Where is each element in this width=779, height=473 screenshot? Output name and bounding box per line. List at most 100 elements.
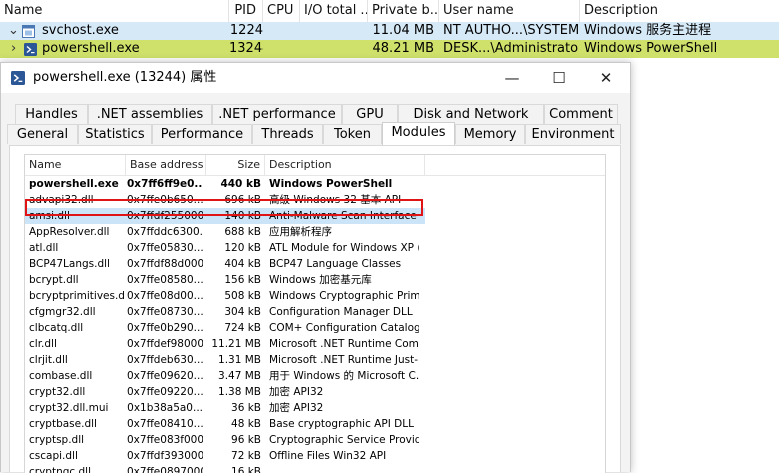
column-header-description[interactable]: Description — [580, 0, 779, 22]
collapse-chevron-icon[interactable]: ⌄ — [8, 22, 18, 40]
modules-list-header: Name Base address Size Description — [25, 155, 605, 176]
module-row[interactable]: crypt32.dll 0x7ffe09220... 1.38 MB 加密 API32 — [25, 384, 425, 400]
module-row[interactable]: powershell.exe 0x7ff6ff9e0... 440 kB Window… — [25, 176, 425, 192]
module-name: cscapi.dll — [29, 450, 78, 462]
module-size: 404 kB — [224, 258, 261, 270]
tab-token[interactable]: Token — [323, 124, 382, 144]
column-header-name[interactable]: Name — [0, 0, 229, 22]
module-name: atl.dll — [29, 242, 59, 254]
svchost-window-icon — [22, 22, 36, 40]
properties-dialog: powershell.exe (13244) 属性 — ☐ ✕ Handles … — [0, 62, 631, 473]
tab-comment[interactable]: Comment — [544, 104, 618, 124]
annotation-highlight-box — [25, 199, 423, 216]
module-description — [269, 464, 419, 473]
module-name: cryptbase.dll — [29, 418, 97, 430]
module-row[interactable]: cscapi.dll 0x7ffdf3930000 72 kB Offline Fil… — [25, 448, 425, 464]
tab-statistics[interactable]: Statistics — [78, 124, 152, 144]
module-description: 用于 Windows 的 Microsoft C... — [269, 370, 419, 382]
module-row[interactable]: BCP47Langs.dll 0x7ffdf88d0000 404 kB BCP47 … — [25, 256, 425, 272]
process-private-bytes: 11.04 MB — [372, 23, 434, 38]
column-header-private-bytes[interactable]: Private b... — [368, 0, 439, 22]
column-header-io-total[interactable]: I/O total ... — [300, 0, 368, 22]
module-base-address: 0x7ffe0897000 — [127, 466, 203, 473]
process-description: Windows PowerShell — [584, 41, 718, 56]
module-base-address: 0x7ffe08580... — [127, 274, 203, 286]
tab-handles[interactable]: Handles — [15, 104, 88, 124]
module-base-address: 0x7ff6ff9e0... — [127, 178, 203, 190]
module-size: 120 kB — [224, 242, 261, 254]
process-row-powershell[interactable]: › powershell.exe 13244 48.21 MB DESK...\… — [0, 40, 779, 58]
module-size: 36 kB — [231, 402, 261, 414]
dialog-titlebar[interactable]: powershell.exe (13244) 属性 — ☐ ✕ — [1, 63, 630, 93]
module-row[interactable]: cryptsp.dll 0x7ffe083f0000 96 kB Cryptograp… — [25, 432, 425, 448]
module-row[interactable]: combase.dll 0x7ffe09620... 3.47 MB 用于 Windo… — [25, 368, 425, 384]
module-row[interactable]: atl.dll 0x7ffe05830... 120 kB ATL Module fo… — [25, 240, 425, 256]
column-header-size[interactable]: Size — [206, 155, 265, 175]
module-description: ATL Module for Windows XP (... — [269, 242, 419, 254]
column-header-module-name[interactable]: Name — [25, 155, 126, 175]
module-row[interactable]: cryptngc.dll 0x7ffe0897000 16 kB — [25, 464, 425, 473]
module-base-address: 0x7ffdef980000 — [127, 338, 203, 350]
module-row[interactable]: clrjit.dll 0x7ffdeb630... 1.31 MB Microsoft… — [25, 352, 425, 368]
module-size: 96 kB — [231, 434, 261, 446]
module-name: clbcatq.dll — [29, 322, 84, 334]
module-name: bcryptprimitives.dll — [29, 290, 125, 302]
column-header-user-name[interactable]: User name — [439, 0, 580, 22]
module-row[interactable]: bcrypt.dll 0x7ffe08580... 156 kB Windows 加密… — [25, 272, 425, 288]
tab-threads[interactable]: Threads — [252, 124, 323, 144]
tab-disk-and-network[interactable]: Disk and Network — [398, 104, 544, 124]
module-name: cryptsp.dll — [29, 434, 85, 446]
column-header-pid[interactable]: PID — [229, 0, 263, 22]
tab-performance[interactable]: Performance — [152, 124, 252, 144]
close-button[interactable]: ✕ — [583, 63, 629, 93]
module-description: Windows Cryptographic Primiti... — [269, 290, 419, 302]
dialog-title: powershell.exe (13244) 属性 — [33, 70, 217, 85]
process-row-svchost[interactable]: ⌄ svchost.exe 1224 11.04 MB NT AUTHO...\… — [0, 22, 779, 40]
module-size: 16 kB — [231, 466, 261, 473]
tab-general[interactable]: General — [7, 124, 78, 144]
minimize-button[interactable]: — — [489, 63, 535, 93]
tab-net-assemblies[interactable]: .NET assemblies — [88, 104, 212, 124]
tab-environment[interactable]: Environment — [525, 124, 621, 144]
module-row[interactable]: cryptbase.dll 0x7ffe08410... 48 kB Base cry… — [25, 416, 425, 432]
maximize-button[interactable]: ☐ — [536, 63, 582, 93]
module-row[interactable]: cfgmgr32.dll 0x7ffe08730... 304 kB Configur… — [25, 304, 425, 320]
column-header-module-description[interactable]: Description — [265, 155, 425, 175]
module-description: Base cryptographic API DLL — [269, 418, 414, 430]
process-user: NT AUTHO...\SYSTEM — [443, 23, 579, 38]
module-row[interactable]: clbcatq.dll 0x7ffe0b290... 724 kB COM+ Conf… — [25, 320, 425, 336]
tab-modules[interactable]: Modules — [382, 122, 455, 145]
module-name: powershell.exe — [29, 178, 119, 190]
tab-memory[interactable]: Memory — [455, 124, 525, 144]
module-size: 48 kB — [231, 418, 261, 430]
module-base-address: 0x7ffdf3930000 — [127, 450, 203, 462]
process-pid: 1224 — [229, 23, 263, 38]
process-user: DESK...\Administrator — [443, 41, 579, 56]
module-row[interactable]: AppResolver.dll 0x7ffddc6300... 688 kB 应用解析… — [25, 224, 425, 240]
expand-chevron-icon[interactable]: › — [11, 40, 21, 58]
powershell-icon — [24, 40, 38, 58]
module-base-address: 0x7ffdf88d0000 — [127, 258, 203, 270]
module-size: 1.31 MB — [218, 354, 261, 366]
module-base-address: 0x7ffe09620... — [127, 370, 203, 382]
module-size: 724 kB — [224, 322, 261, 334]
module-size: 11.21 MB — [211, 338, 261, 350]
column-header-cpu[interactable]: CPU — [263, 0, 300, 22]
module-description: Microsoft .NET Runtime Just-In... — [269, 354, 419, 366]
module-name: crypt32.dll.mui — [29, 402, 109, 414]
module-row[interactable]: clr.dll 0x7ffdef980000 11.21 MB Microsoft .… — [25, 336, 425, 352]
module-base-address: 0x1b38a5a0... — [127, 402, 203, 414]
modules-list[interactable]: Name Base address Size Description power… — [24, 154, 606, 473]
module-name: crypt32.dll — [29, 386, 86, 398]
tab-gpu[interactable]: GPU — [342, 104, 398, 124]
tab-net-performance[interactable]: .NET performance — [212, 104, 342, 124]
column-header-base-address[interactable]: Base address — [126, 155, 206, 175]
module-row[interactable]: crypt32.dll.mui 0x1b38a5a0... 36 kB 加密 API3… — [25, 400, 425, 416]
module-description: 加密 API32 — [269, 402, 324, 414]
module-row[interactable]: bcryptprimitives.dll 0x7ffe08d00... 508 kB… — [25, 288, 425, 304]
module-base-address: 0x7ffe08d00... — [127, 290, 203, 302]
module-base-address: 0x7ffe05830... — [127, 242, 203, 254]
module-size: 1.38 MB — [218, 386, 261, 398]
module-size: 304 kB — [224, 306, 261, 318]
module-base-address: 0x7ffe083f0000 — [127, 434, 203, 446]
